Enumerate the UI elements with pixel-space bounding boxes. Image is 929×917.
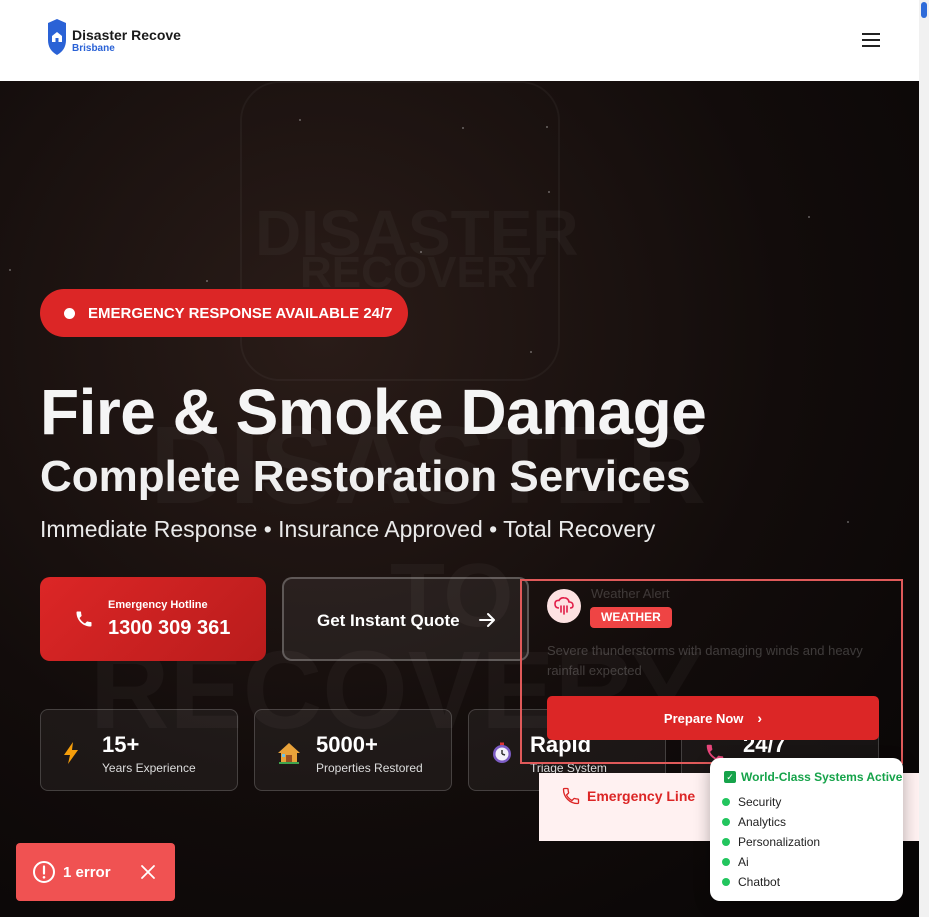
background-star [206,280,208,282]
background-star [462,127,464,129]
phone-icon [562,787,580,805]
cloud-rain-icon [547,589,581,623]
quote-button-label: Get Instant Quote [317,611,460,630]
background-star [847,521,849,523]
house-icon [277,742,301,768]
error-count-label: 1 error [63,864,111,881]
arrow-right-icon [479,613,495,627]
stat-label: Years Experience [102,761,196,775]
close-icon[interactable] [140,864,156,880]
check-icon: ✓ [724,771,736,783]
live-dot [64,307,75,319]
alert-title: Weather Alert [591,586,670,601]
background-star [9,269,11,271]
systems-status-panel: ✓ World-Class Systems Active Security An… [710,758,903,901]
emergency-badge: EMERGENCY RESPONSE AVAILABLE 24/7 [40,289,408,337]
page-title: Fire & Smoke Damage [40,376,707,448]
status-dot [722,838,730,846]
alert-message: Severe thunderstorms with damaging winds… [547,643,863,678]
system-item: Personalization [722,835,820,849]
stat-card-properties: 5000+ Properties Restored [254,709,452,791]
error-toast[interactable]: 1 error [16,843,175,901]
hero-tagline: Immediate Response • Insurance Approved … [40,516,656,542]
system-item-label: Ai [738,855,749,869]
emergency-hotline-button[interactable]: Emergency Hotline 1300 309 361 [40,577,266,661]
system-item-label: Analytics [738,815,787,829]
status-dot [722,858,730,866]
lightning-icon [63,742,79,768]
stat-card-experience: 15+ Years Experience [40,709,238,791]
stat-value: 15+ [102,732,140,757]
system-item: Chatbot [722,875,780,889]
chevron-right-icon: › [757,710,763,726]
system-item-label: Security [738,795,782,809]
get-instant-quote-button[interactable]: Get Instant Quote [282,577,529,661]
hotline-label: Emergency Hotline [108,599,208,611]
alert-circle-icon [33,861,55,883]
badge-label: EMERGENCY RESPONSE AVAILABLE 24/7 [88,304,393,322]
page-scrollbar[interactable] [919,0,929,917]
background-star [299,119,301,121]
system-item: Security [722,795,781,809]
logo-title[interactable]: Disaster Recove [72,27,181,43]
system-item: Analytics [722,815,786,829]
site-header: Disaster Recove Brisbane [0,0,919,81]
logo-subtitle[interactable]: Brisbane [72,43,115,54]
status-dot [722,878,730,886]
shield-logo-icon[interactable] [47,18,67,56]
background-star [420,251,422,253]
system-item-label: Chatbot [738,875,781,889]
system-item: Ai [722,855,749,869]
phone-icon [76,611,92,627]
alert-tag: WEATHER [590,607,672,628]
background-star [808,216,810,218]
hotline-number: 1300 309 361 [108,617,231,639]
stopwatch-icon [491,742,513,768]
background-star [546,126,548,128]
prepare-now-label: Prepare Now [663,710,744,726]
stat-label: Properties Restored [316,761,423,775]
background-star [548,191,550,193]
weather-alert-card: Weather Alert WEATHER Severe thunderstor… [520,579,903,764]
status-dot [722,818,730,826]
stat-value: 5000+ [316,732,378,757]
emergency-line-label: Emergency Line [587,788,696,804]
scrollbar-thumb[interactable] [921,2,927,18]
page-subtitle: Complete Restoration Services [40,452,691,501]
system-item-label: Personalization [738,835,821,849]
systems-title: World-Class Systems Active [741,770,903,784]
prepare-now-button[interactable]: Prepare Now › [547,696,879,740]
background-star [530,351,532,353]
status-dot [722,798,730,806]
hamburger-menu-icon[interactable] [862,33,880,47]
